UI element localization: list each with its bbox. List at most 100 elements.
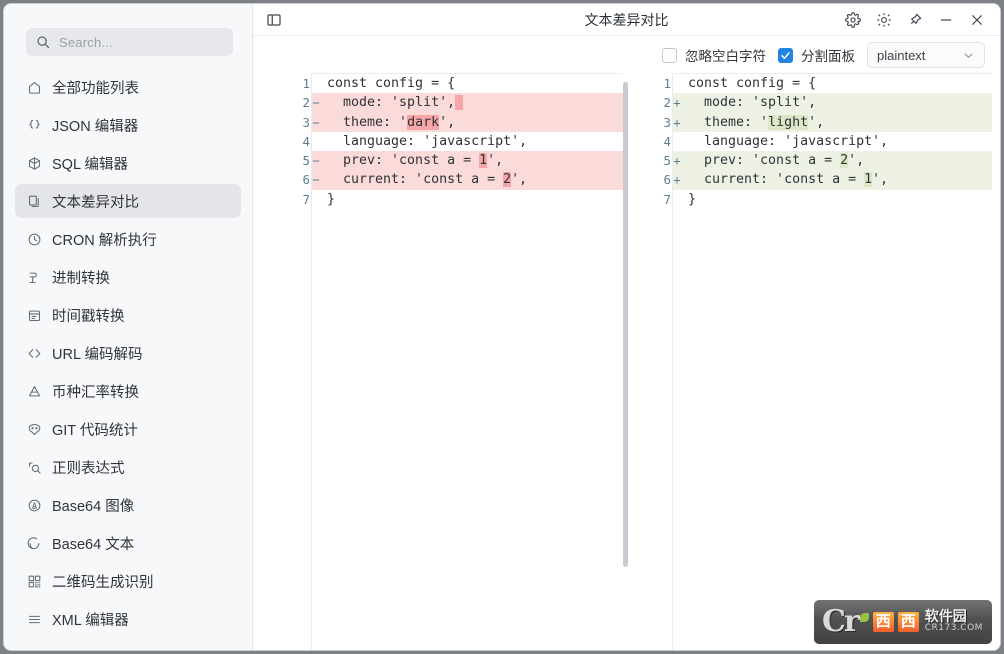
diff-sign [311, 74, 321, 93]
ignore-whitespace-checkbox[interactable]: 忽略空白字符 [662, 45, 766, 65]
ignore-whitespace-box[interactable] [662, 47, 677, 63]
sidebar-item-13[interactable]: 二维码生成识别 [15, 564, 241, 598]
diff-line: 3 + theme: 'light', [642, 112, 992, 132]
sidebar-item-1[interactable]: JSON 编辑器 [15, 108, 241, 142]
diff-sign [311, 190, 321, 209]
diff-icon [26, 193, 43, 210]
diff-text: ', [511, 172, 528, 188]
diff-text: const config = { [688, 76, 817, 91]
line-number: 1 [302, 76, 310, 91]
sidebar-item-3[interactable]: 文本差异对比 [15, 184, 241, 218]
diff-text: } [688, 191, 697, 207]
diff-sign: + [672, 170, 682, 190]
line-number: 3 [302, 114, 310, 130]
diff-sign: + [672, 151, 682, 171]
sidebar-item-label: 文本差异对比 [52, 194, 139, 211]
diff-code: const config = { [321, 74, 623, 93]
diff-line: 1 const config = { [642, 74, 992, 93]
close-icon[interactable] [969, 12, 985, 28]
line-number: 1 [663, 76, 671, 91]
line-number: 7 [663, 191, 671, 207]
panel-toggle-icon[interactable] [266, 12, 282, 28]
ignore-whitespace-label: 忽略空白字符 [685, 49, 766, 64]
diff-line: 1 const config = { [281, 74, 623, 93]
diff-code: const config = { [682, 74, 992, 93]
calendar-icon [26, 307, 43, 324]
minimize-icon[interactable] [938, 12, 954, 28]
watermark-letter: Cr [822, 604, 860, 639]
titlebar: 文本差异对比 [253, 4, 1000, 36]
split-panel-box[interactable] [778, 47, 793, 63]
diff-line: 7} [642, 190, 992, 209]
search-placeholder: Search... [59, 34, 113, 50]
sidebar-item-label: 进制转换 [52, 270, 110, 287]
pin-icon[interactable] [907, 12, 923, 28]
line-number: 7 [302, 191, 310, 207]
sidebar-item-4[interactable]: CRON 解析执行 [15, 222, 241, 256]
line-number: 2 [663, 95, 671, 111]
window-controls [845, 11, 1000, 28]
home-icon [26, 79, 43, 96]
sidebar-item-label: JSON 编辑器 [52, 118, 139, 135]
diff-line: 3− theme: 'dark', [281, 112, 623, 132]
sidebar-nav: 全部功能列表 JSON 编辑器 SQL 编辑器文本差异对比 CRON 解析执行进制转换… [4, 70, 252, 640]
diff-code: theme: 'light', [682, 112, 992, 132]
diff-line: 5− prev: 'const a = 1', [281, 151, 623, 171]
pane-right-top-rule [672, 73, 992, 74]
list-icon [26, 611, 43, 628]
database-icon [26, 155, 43, 172]
line-number: 5 [302, 153, 310, 169]
diff-word-highlight: light [768, 114, 809, 130]
diff-line: 2− mode: 'split', [281, 93, 623, 113]
diff-text: ', [848, 153, 865, 169]
diff-pane-right[interactable]: 1 const config = { 2 + mode: 'split', 3 + the… [642, 70, 992, 650]
diff-code: current: 'const a = 2', [321, 170, 623, 190]
sidebar-item-0[interactable]: 全部功能列表 [15, 70, 241, 104]
diff-pane-left[interactable]: 1 const config = {2− mode: 'split', 3− th… [281, 70, 623, 650]
diff-word-highlight [455, 95, 464, 111]
diff-text: } [327, 191, 336, 207]
code-icon [26, 345, 43, 362]
sidebar-item-label: 正则表达式 [52, 460, 125, 477]
watermark-url: CR173.COM [924, 623, 983, 634]
sidebar-item-label: URL 编码解码 [52, 346, 143, 363]
sun-icon[interactable] [876, 12, 892, 28]
gear-icon[interactable] [845, 11, 861, 28]
diff-line: 6− current: 'const a = 2', [281, 170, 623, 190]
diff-text: mode: 'split', [327, 95, 456, 111]
diff-line: 2 + mode: 'split', [642, 93, 992, 113]
sidebar-item-6[interactable]: 时间戳转换 [15, 298, 241, 332]
sidebar-item-label: 二维码生成识别 [52, 574, 154, 591]
sidebar-item-2[interactable]: SQL 编辑器 [15, 146, 241, 180]
diff-text: ', [439, 114, 456, 130]
sidebar-item-11[interactable]: Base64 图像 [15, 488, 241, 522]
text-icon [26, 535, 43, 552]
sidebar-item-5[interactable]: 进制转换 [15, 260, 241, 294]
binary-icon [26, 269, 43, 286]
diff-text: language: 'javascript', [327, 133, 528, 149]
language-select[interactable]: plaintext [867, 42, 985, 68]
language-select-value: plaintext [877, 47, 926, 63]
search-input[interactable]: Search... [26, 28, 233, 56]
sidebar-item-label: 全部功能列表 [52, 80, 139, 97]
sidebar-item-8[interactable]: 币种汇率转换 [15, 374, 241, 408]
sidebar-item-14[interactable]: XML 编辑器 [15, 602, 241, 636]
sidebar-item-label: XML 编辑器 [52, 612, 129, 629]
diff-line: 6 + current: 'const a = 1', [642, 170, 992, 190]
line-number: 4 [663, 133, 671, 149]
pane-splitter[interactable] [623, 82, 628, 567]
pane-right-gutter-border [672, 74, 673, 650]
watermark-leaf-icon [859, 612, 869, 622]
watermark-cn: 软件园 [924, 608, 967, 625]
sidebar-item-7[interactable]: URL 编码解码 [15, 336, 241, 370]
sidebar-item-9[interactable]: GIT 代码统计 [15, 412, 241, 446]
split-panel-checkbox[interactable]: 分割面板 [778, 45, 855, 65]
sidebar-item-10[interactable]: 正则表达式 [15, 450, 241, 484]
diff-code: prev: 'const a = 2', [682, 151, 992, 171]
diff-code: } [321, 190, 623, 209]
sidebar-item-12[interactable]: Base64 文本 [15, 526, 241, 560]
diff-sign [311, 132, 321, 151]
git-icon [26, 421, 43, 438]
watermark-text: 软件园 CR173.COM [925, 610, 983, 635]
image-icon [26, 497, 43, 514]
